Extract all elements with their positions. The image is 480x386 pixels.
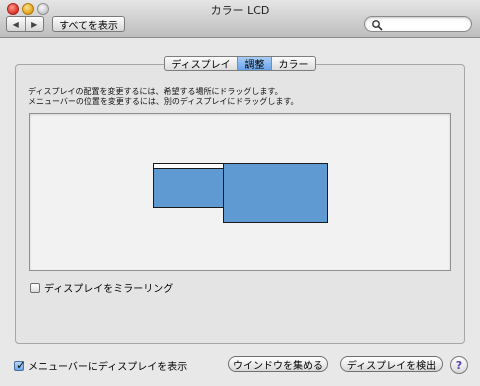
back-forward-control: ◀ ▶ <box>6 16 44 32</box>
mirror-checkbox-box[interactable] <box>30 282 40 293</box>
mirror-displays-checkbox[interactable]: ディスプレイをミラーリング <box>30 280 173 295</box>
forward-arrow-icon: ▶ <box>31 19 38 29</box>
menubar-indicator[interactable] <box>154 164 223 169</box>
gather-windows-button[interactable]: ウインドウを集める <box>228 356 328 372</box>
menubar-checkbox-box[interactable] <box>14 358 26 372</box>
mirror-checkbox-label: ディスプレイをミラーリング <box>44 284 174 295</box>
detect-displays-button[interactable]: ディスプレイを検出 <box>340 356 443 372</box>
instruction-line-1: ディスプレイの配置を変更するには、希望する場所にドラッグします。 <box>28 87 283 96</box>
forward-button[interactable]: ▶ <box>24 17 44 31</box>
tab-color[interactable]: カラー <box>271 57 315 70</box>
main-display[interactable] <box>223 163 328 223</box>
secondary-display[interactable] <box>153 163 224 208</box>
search-input[interactable] <box>385 18 467 30</box>
title-bar: カラー LCD ◀ ▶ すべてを表示 <box>0 0 480 38</box>
back-arrow-icon: ◀ <box>12 19 19 29</box>
instructions-text: ディスプレイの配置を変更するには、希望する場所にドラッグします。 メニューバーの… <box>28 87 299 107</box>
help-icon: ? <box>455 358 463 372</box>
show-all-button[interactable]: すべてを表示 <box>52 16 125 32</box>
help-button[interactable]: ? <box>450 356 468 374</box>
show-displays-in-menubar-checkbox[interactable]: メニューバーにディスプレイを表示 <box>14 358 187 373</box>
search-icon <box>372 20 383 31</box>
tab-bar: ディスプレイ 調整 カラー <box>164 56 316 71</box>
instruction-line-2: メニューバーの位置を変更するには、別のディスプレイにドラッグします。 <box>28 97 299 106</box>
display-arrangement-area <box>29 113 451 271</box>
back-button[interactable]: ◀ <box>7 17 25 31</box>
menubar-checkbox-label: メニューバーにディスプレイを表示 <box>28 362 188 373</box>
tab-arrangement[interactable]: 調整 <box>237 57 271 70</box>
search-field[interactable] <box>364 16 472 32</box>
tab-display[interactable]: ディスプレイ <box>165 57 237 70</box>
